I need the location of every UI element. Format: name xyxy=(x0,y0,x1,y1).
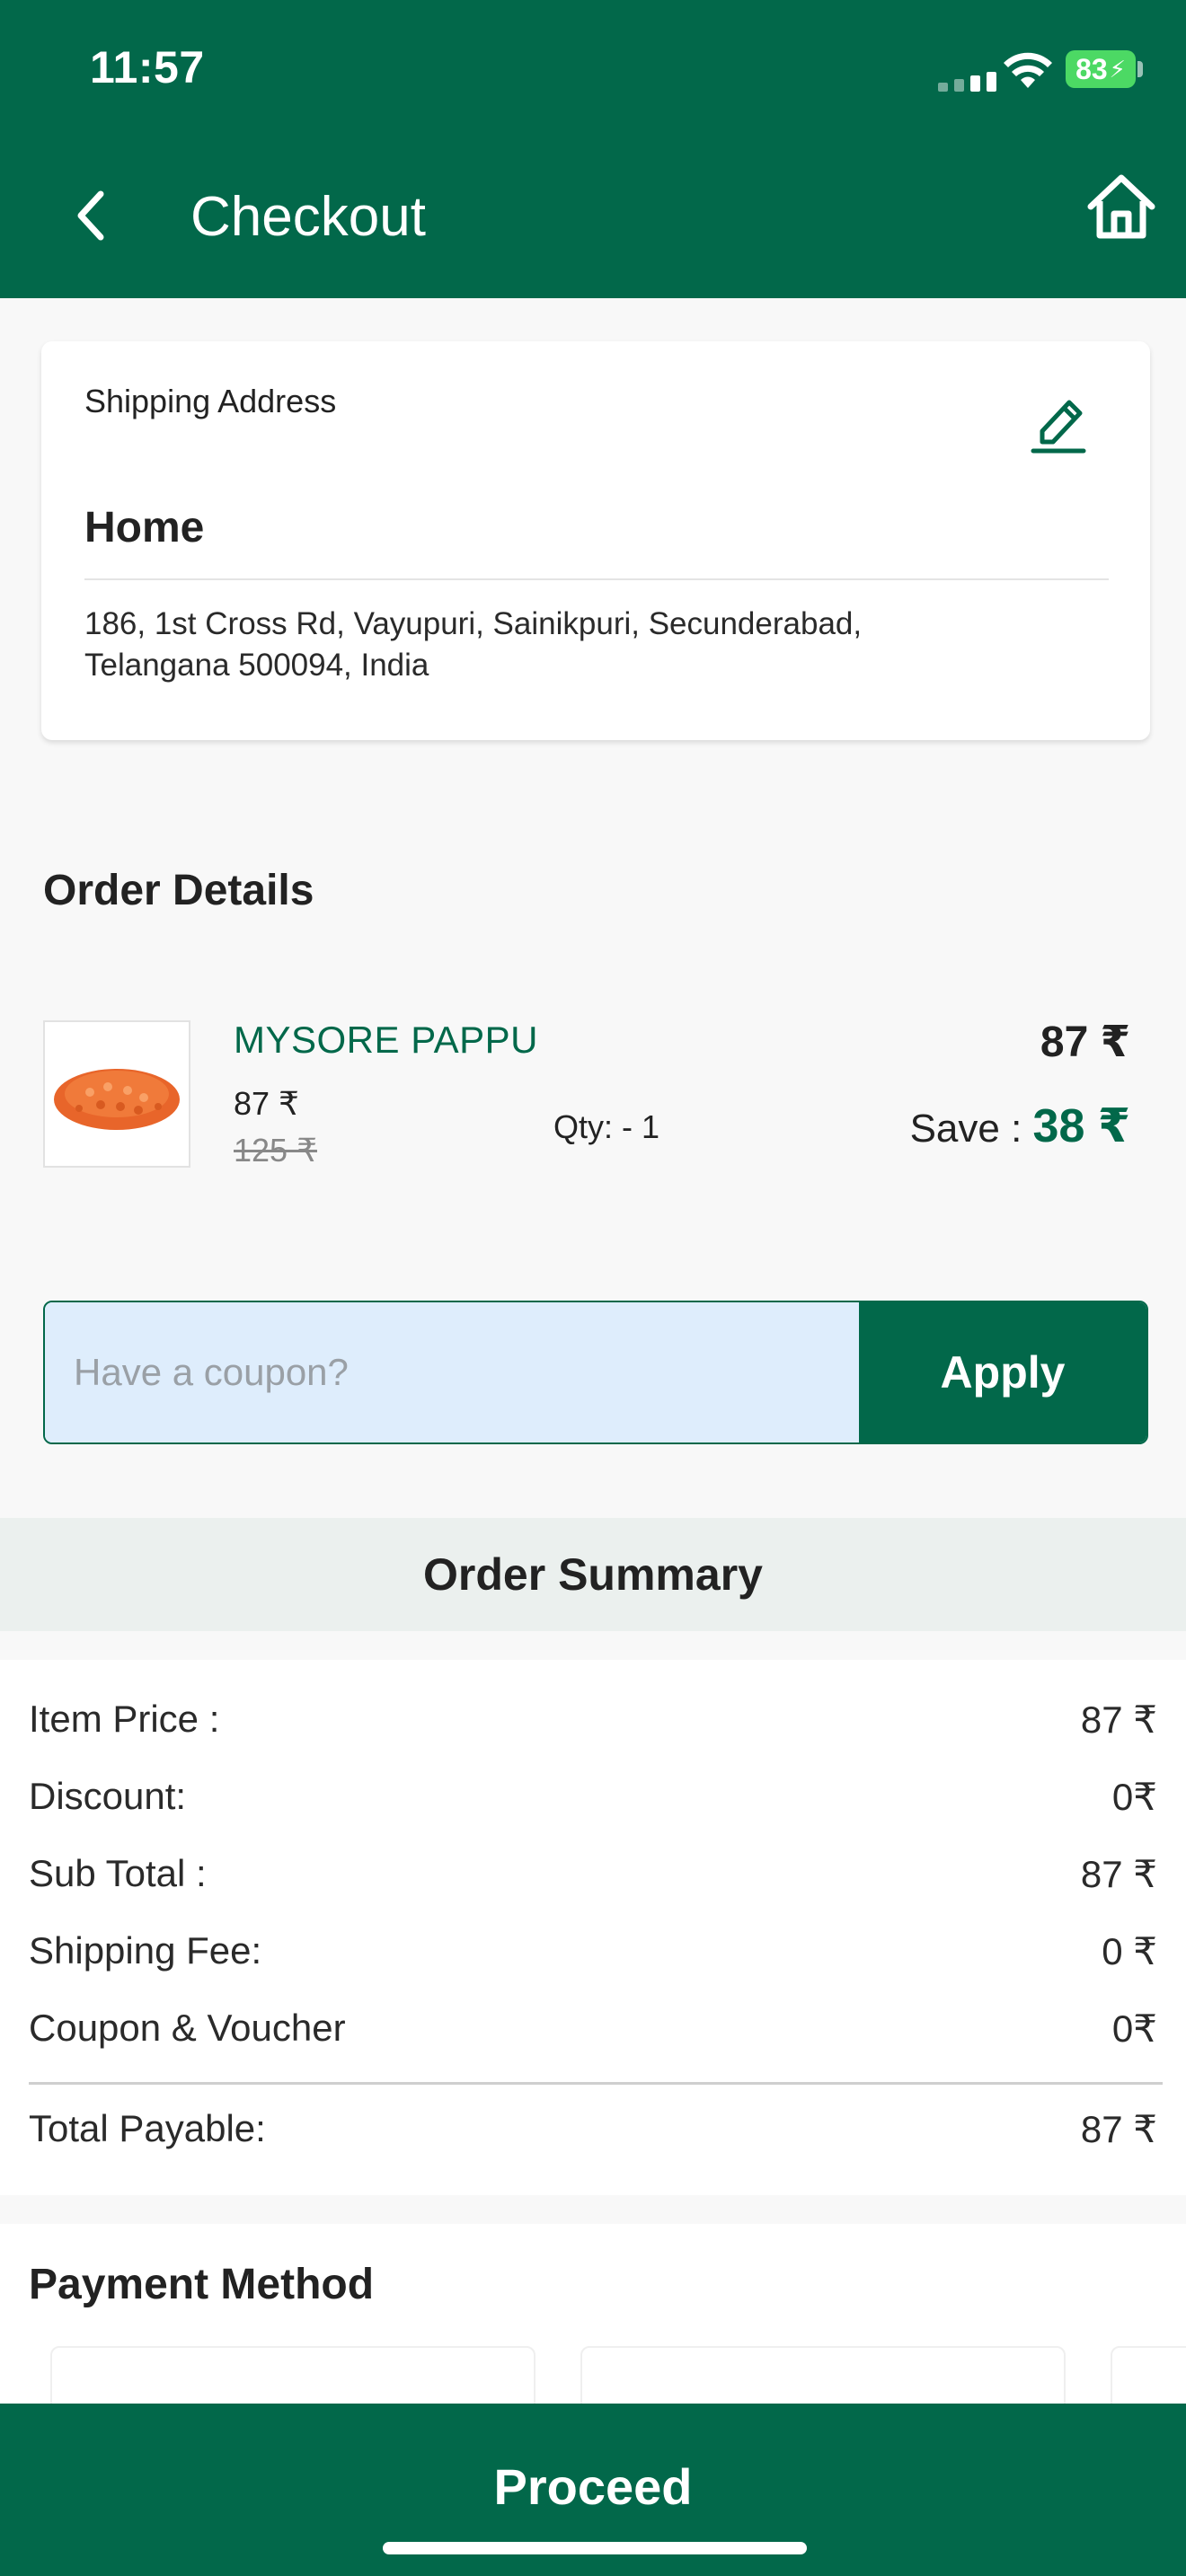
battery-level: 83 xyxy=(1075,52,1108,85)
shipping-address-label: Shipping Address xyxy=(84,383,337,419)
order-summary: Item Price : 87 ₹ Discount: 0₹ Sub Total… xyxy=(0,1660,1186,2195)
address-line-2: Telangana 500094, India xyxy=(84,648,429,683)
coupon-form: Apply xyxy=(43,1301,1148,1444)
divider xyxy=(84,578,1109,580)
summary-value: 0₹ xyxy=(1111,1776,1157,1818)
apply-coupon-button[interactable]: Apply xyxy=(859,1302,1146,1442)
summary-divider xyxy=(29,2082,1163,2085)
product-image xyxy=(43,1020,190,1168)
summary-label: Discount: xyxy=(29,1775,187,1817)
address-line-1: 186, 1st Cross Rd, Vayupuri, Sainikpuri,… xyxy=(84,606,863,641)
summary-row-total-payable: Total Payable: 87 ₹ xyxy=(29,2107,1157,2151)
summary-row-item-price: Item Price : 87 ₹ xyxy=(29,1698,1157,1742)
pencil-icon[interactable] xyxy=(1030,386,1089,454)
battery-indicator: 83 ⚡ xyxy=(1066,50,1136,88)
summary-label: Shipping Fee: xyxy=(29,1929,262,1972)
order-summary-header: Order Summary xyxy=(0,1518,1186,1631)
summary-value: 87 ₹ xyxy=(1080,1853,1157,1895)
page-title: Checkout xyxy=(190,186,426,248)
wifi-icon xyxy=(1004,52,1052,88)
summary-value: 0₹ xyxy=(1111,2007,1157,2050)
total-label: Total Payable: xyxy=(29,2107,266,2149)
summary-value: 87 ₹ xyxy=(1080,1698,1157,1741)
product-mrp: 125 ₹ xyxy=(234,1132,317,1169)
chevron-left-icon xyxy=(77,190,104,241)
address-name: Home xyxy=(84,504,205,551)
summary-row-shipping-fee: Shipping Fee: 0 ₹ xyxy=(29,1929,1157,1973)
summary-label: Item Price : xyxy=(29,1698,220,1740)
lentils-image xyxy=(54,1069,180,1130)
coupon-input[interactable] xyxy=(45,1302,859,1442)
product-name[interactable]: MYSORE PAPPU xyxy=(234,1019,538,1062)
summary-label: Coupon & Voucher xyxy=(29,2007,346,2049)
product-price: 87 ₹ xyxy=(234,1085,299,1122)
summary-row-coupon-voucher: Coupon & Voucher 0₹ xyxy=(29,2007,1157,2051)
app-header: 11:57 83 ⚡ Checkout xyxy=(0,0,1186,298)
back-button[interactable] xyxy=(63,180,117,251)
summary-label: Sub Total : xyxy=(29,1852,207,1894)
charging-bolt-icon: ⚡ xyxy=(1109,55,1126,83)
save-label: Save : xyxy=(909,1107,1033,1151)
shipping-address-card: Shipping Address Home 186, 1st Cross Rd,… xyxy=(41,341,1150,740)
summary-value: 0 ₹ xyxy=(1102,1930,1157,1972)
proceed-label: Proceed xyxy=(493,2458,693,2515)
total-value: 87 ₹ xyxy=(1080,2108,1157,2150)
battery-tip xyxy=(1137,61,1143,77)
status-time: 11:57 xyxy=(90,42,205,93)
home-indicator xyxy=(383,2542,807,2554)
address-text: 186, 1st Cross Rd, Vayupuri, Sainikpuri,… xyxy=(84,604,1118,686)
save-amount: 38 ₹ xyxy=(1032,1100,1130,1152)
summary-row-discount: Discount: 0₹ xyxy=(29,1775,1157,1819)
proceed-button[interactable]: Proceed xyxy=(0,2404,1186,2576)
product-line-total: 87 ₹ xyxy=(1040,1019,1130,1066)
payment-method-title: Payment Method xyxy=(29,2261,375,2308)
product-savings: Save : 38 ₹ xyxy=(910,1099,1130,1153)
summary-row-sub-total: Sub Total : 87 ₹ xyxy=(29,1852,1157,1896)
product-quantity: Qty: - 1 xyxy=(553,1108,660,1145)
cellular-signal-icon xyxy=(938,72,996,92)
home-icon[interactable] xyxy=(1084,171,1159,243)
order-details-title: Order Details xyxy=(43,867,314,914)
payment-method-section: Payment Method xyxy=(0,2224,1186,2454)
